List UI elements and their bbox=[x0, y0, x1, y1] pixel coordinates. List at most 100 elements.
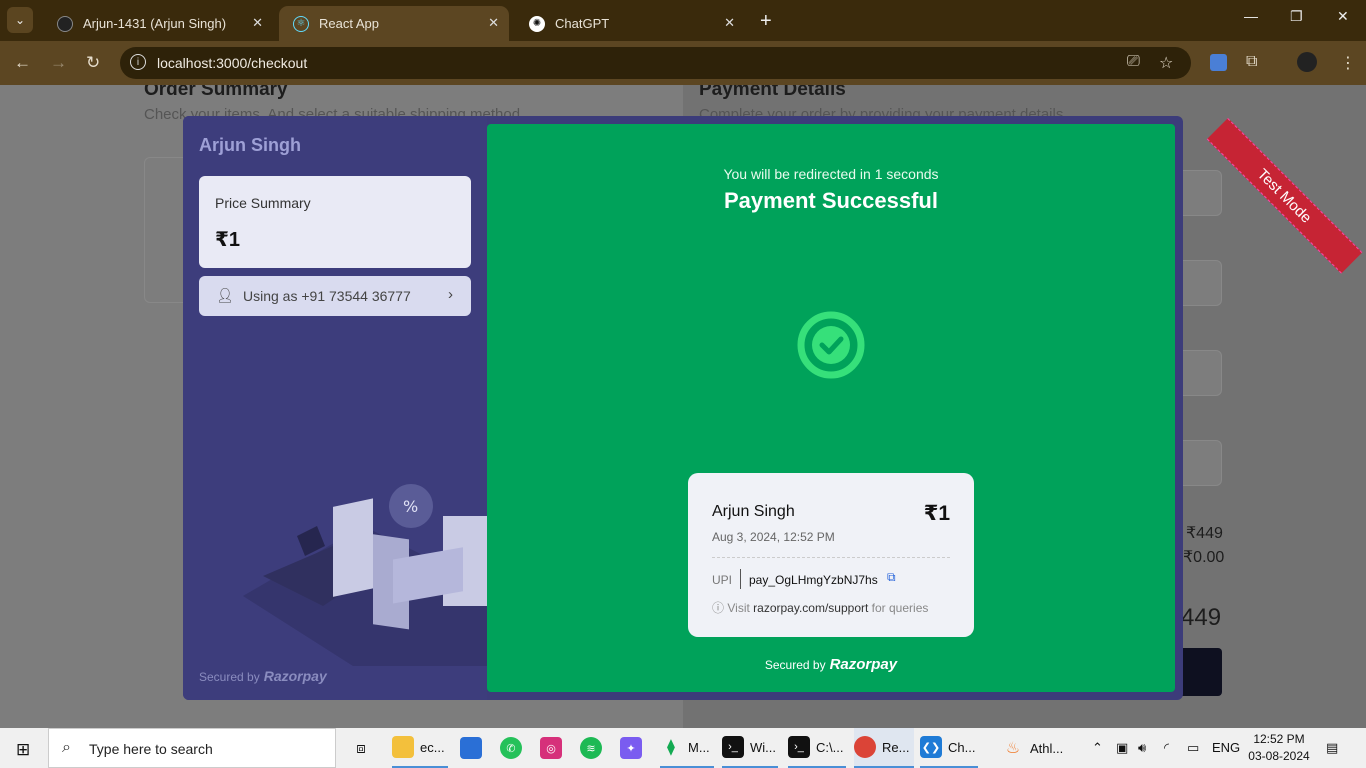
notification-icon[interactable]: ▤ bbox=[1326, 740, 1338, 756]
modal-sidebar: Arjun Singh Price Summary ₹1 👤︎ Using as… bbox=[183, 116, 487, 700]
secured-by-label: Secured by bbox=[199, 670, 260, 684]
mongodb-icon: ⧫ bbox=[667, 739, 675, 756]
instagram-icon[interactable]: ◎ bbox=[540, 728, 568, 768]
close-window-icon[interactable]: ✕ bbox=[1337, 8, 1349, 25]
chevron-right-icon: › bbox=[448, 286, 453, 303]
taskbar-app-explorer[interactable]: ec... bbox=[392, 728, 448, 768]
price-summary-label: Price Summary bbox=[215, 195, 311, 211]
taskbar-app-vscode[interactable]: ❮❯ Ch... bbox=[920, 728, 978, 768]
tab-label: React App bbox=[319, 16, 379, 31]
info-icon: ⓘ bbox=[712, 601, 725, 615]
support-link[interactable]: razorpay.com/support bbox=[753, 601, 868, 615]
browser-toolbar: ← → ↻ i localhost:3000/checkout ⎚ ☆ ⧉ ⋮ bbox=[0, 41, 1366, 85]
tab-github[interactable]: Arjun-1431 (Arjun Singh) ✕ bbox=[43, 6, 273, 41]
react-icon: ⚛ bbox=[293, 15, 309, 32]
tab-react-app[interactable]: ⚛ React App ✕ bbox=[279, 6, 509, 41]
vscode-icon: ❮❯ bbox=[920, 736, 942, 758]
install-app-icon[interactable]: ⎚ bbox=[1127, 53, 1140, 71]
tray-chevron-icon[interactable]: ⌃ bbox=[1092, 740, 1103, 756]
tab-chatgpt[interactable]: ✺ ChatGPT ✕ bbox=[515, 6, 745, 41]
subtotal-value: ₹449 bbox=[1186, 525, 1223, 542]
task-view-icon[interactable]: ⧈ bbox=[350, 728, 378, 768]
store-icon[interactable] bbox=[460, 728, 488, 768]
payment-method: UPI bbox=[712, 573, 733, 587]
new-tab-icon[interactable]: + bbox=[760, 10, 772, 33]
support-prefix: Visit bbox=[727, 601, 750, 615]
redirect-notice: You will be redirected in 1 seconds bbox=[723, 166, 939, 182]
razorpay-logo: Razorpay bbox=[263, 668, 327, 684]
extension-icon[interactable] bbox=[1210, 54, 1227, 71]
menu-kebab-icon[interactable]: ⋮ bbox=[1340, 53, 1356, 73]
volume-icon[interactable]: 🔊︎ bbox=[1138, 740, 1146, 756]
address-bar[interactable]: i localhost:3000/checkout ⎚ ☆ bbox=[120, 47, 1191, 79]
language-indicator[interactable]: ENG bbox=[1212, 740, 1240, 755]
taskbar-search[interactable]: ⌕ Type here to search bbox=[48, 728, 336, 768]
price-summary-card: Price Summary ₹1 bbox=[199, 176, 471, 268]
minimize-icon[interactable]: — bbox=[1244, 8, 1258, 24]
reload-icon[interactable]: ↻ bbox=[86, 53, 100, 73]
shopping-illustration: % bbox=[243, 484, 487, 666]
site-info-icon[interactable]: i bbox=[130, 54, 146, 70]
success-check-icon bbox=[797, 311, 865, 379]
payment-id: pay_OgLHmgYzbNJ7hs bbox=[749, 573, 878, 587]
user-icon: 👤︎ bbox=[216, 287, 234, 303]
terminal-icon: ›_ bbox=[722, 736, 744, 758]
secured-by-footer: Secured by Razorpay bbox=[199, 668, 327, 684]
wifi-icon[interactable]: ◜ bbox=[1164, 740, 1169, 756]
clock-time: 12:52 PM bbox=[1253, 732, 1305, 746]
razorpay-modal: Arjun Singh Price Summary ₹1 👤︎ Using as… bbox=[183, 116, 1183, 700]
search-icon: ⌕ bbox=[62, 739, 71, 756]
battery-icon[interactable]: ▭ bbox=[1187, 740, 1199, 756]
chrome-icon bbox=[854, 736, 876, 758]
whatsapp-icon[interactable]: ✆ bbox=[500, 728, 528, 768]
secured-by-label: Secured by bbox=[764, 658, 826, 672]
svg-text:%: % bbox=[403, 497, 418, 516]
profile-avatar[interactable] bbox=[1297, 52, 1317, 72]
receipt-amount: ₹1 bbox=[923, 502, 950, 525]
contact-selector[interactable]: 👤︎ Using as +91 73544 36777 › bbox=[199, 276, 471, 316]
price-amount: ₹1 bbox=[215, 229, 241, 251]
copilot-icon[interactable]: ✦ bbox=[620, 728, 648, 768]
browser-tab-bar: ⌄ Arjun-1431 (Arjun Singh) ✕ ⚛ React App… bbox=[0, 0, 1366, 41]
forward-icon[interactable]: → bbox=[50, 53, 67, 73]
payment-details-title: Payment Details bbox=[699, 85, 846, 100]
receipt-name: Arjun Singh bbox=[712, 503, 795, 520]
taskbar-app-athl[interactable]: ♨ Athl... bbox=[1002, 728, 1072, 768]
chatgpt-icon: ✺ bbox=[529, 15, 545, 32]
back-icon[interactable]: ← bbox=[14, 53, 31, 73]
terminal-icon: ›_ bbox=[788, 736, 810, 758]
windows-taskbar: ⊞ ⌕ Type here to search ⧈ ec... ✆ ◎ ≋ ✦ … bbox=[0, 728, 1366, 768]
taskbar-app-chrome[interactable]: Re... bbox=[854, 728, 914, 768]
extensions-puzzle-icon[interactable]: ⧉ bbox=[1246, 53, 1257, 71]
taskbar-app-label: Wi... bbox=[750, 739, 776, 755]
close-tab-icon[interactable]: ✕ bbox=[252, 15, 263, 31]
tray-device-icon[interactable]: ▣ bbox=[1116, 740, 1128, 756]
receipt-date: Aug 3, 2024, 12:52 PM bbox=[712, 530, 835, 544]
url-text[interactable]: localhost:3000/checkout bbox=[157, 55, 307, 71]
close-tab-icon[interactable]: ✕ bbox=[488, 15, 499, 31]
taskbar-app-terminal-1[interactable]: ›_ Wi... bbox=[722, 728, 778, 768]
support-suffix: for queries bbox=[871, 601, 929, 615]
payment-status-panel: You will be redirected in 1 seconds Paym… bbox=[487, 124, 1175, 692]
tab-search-button[interactable]: ⌄ bbox=[7, 7, 33, 33]
taskbar-app-label: Re... bbox=[882, 739, 910, 755]
taskbar-app-mongodb[interactable]: ⧫ M... bbox=[660, 728, 714, 768]
secured-by-footer-right: Secured by Razorpay bbox=[487, 656, 1175, 673]
system-clock[interactable]: 12:52 PM 03-08-2024 bbox=[1244, 731, 1314, 765]
payment-receipt-card: Arjun Singh ₹1 Aug 3, 2024, 12:52 PM UPI… bbox=[688, 473, 974, 637]
close-tab-icon[interactable]: ✕ bbox=[724, 15, 735, 31]
order-summary-title: Order Summary bbox=[144, 85, 288, 100]
shipping-value: ₹0.00 bbox=[1183, 549, 1225, 566]
windows-start-icon[interactable]: ⊞ bbox=[16, 740, 30, 760]
copy-icon[interactable]: ⧉ bbox=[887, 570, 896, 585]
payment-status-title: Payment Successful bbox=[724, 188, 938, 213]
restore-icon[interactable]: ❐ bbox=[1290, 8, 1303, 25]
bookmark-star-icon[interactable]: ☆ bbox=[1159, 53, 1173, 73]
taskbar-app-label: ec... bbox=[420, 739, 445, 755]
method-separator bbox=[740, 569, 741, 589]
search-placeholder[interactable]: Type here to search bbox=[89, 741, 213, 757]
taskbar-app-terminal-2[interactable]: ›_ C:\... bbox=[788, 728, 846, 768]
spotify-icon[interactable]: ≋ bbox=[580, 728, 608, 768]
receipt-divider bbox=[712, 557, 950, 558]
clock-date: 03-08-2024 bbox=[1248, 749, 1310, 763]
